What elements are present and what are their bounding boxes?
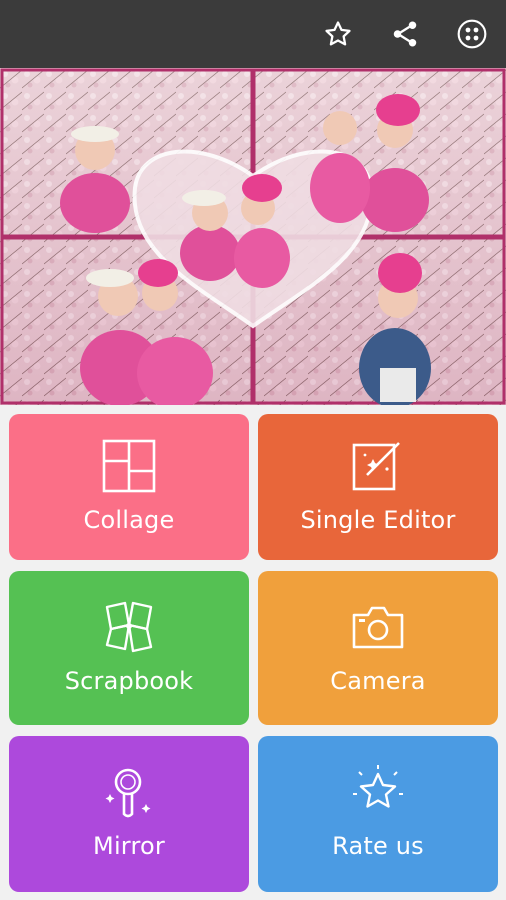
single-editor-button[interactable]: Single Editor: [258, 414, 498, 560]
star-outline-icon: [325, 21, 351, 46]
feature-grid: Collage Single Editor Scrapbook Camera M…: [9, 414, 498, 892]
share-button[interactable]: [385, 14, 425, 54]
mirror-button[interactable]: Mirror: [9, 736, 249, 892]
rate-us-button[interactable]: Rate us: [258, 736, 498, 892]
mirror-label: Mirror: [93, 832, 165, 860]
collage-label: Collage: [83, 506, 175, 534]
camera-icon: [350, 599, 406, 655]
hand-mirror-icon: [102, 764, 156, 820]
scrapbook-button[interactable]: Scrapbook: [9, 571, 249, 725]
rate-us-label: Rate us: [332, 832, 424, 860]
more-apps-icon: [457, 19, 487, 49]
share-icon: [393, 21, 417, 47]
more-apps-button[interactable]: [452, 14, 492, 54]
favorite-star-button[interactable]: [318, 14, 358, 54]
camera-button[interactable]: Camera: [258, 571, 498, 725]
camera-label: Camera: [330, 667, 426, 695]
collage-preview-image: [0, 68, 506, 405]
star-sparkle-icon: [349, 764, 407, 820]
scrapbook-icon: [101, 599, 157, 655]
collage-grid-icon: [102, 438, 156, 494]
scrapbook-label: Scrapbook: [64, 667, 194, 695]
single-editor-label: Single Editor: [300, 506, 456, 534]
magic-edit-icon: [351, 438, 405, 494]
top-toolbar: [0, 0, 506, 68]
collage-button[interactable]: Collage: [9, 414, 249, 560]
